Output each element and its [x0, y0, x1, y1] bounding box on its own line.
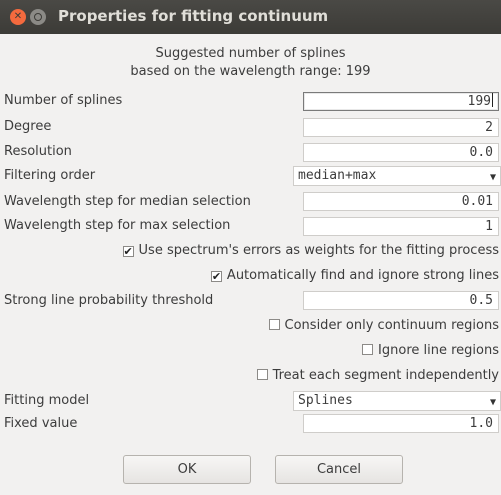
close-icon[interactable]: ✕	[10, 9, 26, 25]
ok-button[interactable]: OK	[123, 455, 251, 484]
fitting-model-label: Fitting model	[4, 393, 90, 408]
auto-ignore-checkbox[interactable]: ✔ Automatically find and ignore strong li…	[210, 268, 499, 283]
resolution-field[interactable]: 0.0	[303, 143, 499, 162]
use-errors-label: Use spectrum's errors as weights for the…	[138, 243, 499, 258]
checkbox-icon	[362, 344, 374, 355]
ignore-lines-label: Ignore line regions	[378, 343, 499, 358]
continuum-only-checkbox[interactable]: Consider only continuum regions	[268, 318, 499, 333]
fitting-model-dropdown[interactable]: Splines ▼	[293, 391, 501, 411]
filtering-order-value: median+max	[298, 168, 377, 183]
num-splines-value: 199	[467, 94, 491, 109]
max-step-field[interactable]: 1	[303, 217, 499, 236]
independent-segments-label: Treat each segment independently	[272, 368, 499, 383]
filtering-order-dropdown[interactable]: median+max ▼	[293, 166, 501, 186]
independent-segments-checkbox[interactable]: Treat each segment independently	[256, 368, 499, 383]
filtering-order-label: Filtering order	[4, 168, 96, 183]
chevron-down-icon: ▼	[489, 172, 496, 183]
cancel-button[interactable]: Cancel	[275, 455, 403, 484]
suggestion-line-1: Suggested number of splines	[155, 46, 346, 61]
fixed-value-field[interactable]: 1.0	[303, 414, 499, 433]
degree-label: Degree	[4, 119, 52, 134]
suggestion-line-2: based on the wavelength range: 199	[130, 64, 371, 79]
title-bar: ✕ Properties for fitting continuum	[0, 0, 501, 34]
fitting-model-value: Splines	[298, 393, 353, 408]
ignore-lines-checkbox[interactable]: Ignore line regions	[362, 343, 499, 358]
checkbox-icon: ✔	[210, 270, 222, 283]
use-errors-checkbox[interactable]: ✔ Use spectrum's errors as weights for th…	[122, 243, 499, 258]
minimize-icon[interactable]	[30, 9, 46, 25]
threshold-label: Strong line probability threshold	[4, 293, 214, 308]
checkbox-icon: ✔	[122, 245, 134, 258]
auto-ignore-label: Automatically find and ignore strong lin…	[226, 268, 499, 283]
median-step-field[interactable]: 0.01	[303, 192, 499, 211]
threshold-field[interactable]: 0.5	[303, 291, 499, 310]
window-title: Properties for fitting continuum	[58, 7, 329, 25]
resolution-label: Resolution	[4, 144, 72, 159]
checkbox-icon	[268, 319, 280, 330]
degree-field[interactable]: 2	[303, 118, 499, 137]
chevron-down-icon: ▼	[489, 397, 496, 408]
num-splines-label: Number of splines	[4, 93, 123, 108]
checkbox-icon	[256, 369, 268, 380]
text-caret	[492, 93, 493, 107]
fixed-value-label: Fixed value	[4, 416, 78, 431]
max-step-label: Wavelength step for max selection	[4, 218, 231, 233]
median-step-label: Wavelength step for median selection	[4, 194, 251, 209]
continuum-only-label: Consider only continuum regions	[284, 318, 499, 333]
num-splines-field[interactable]: 199	[303, 92, 499, 111]
